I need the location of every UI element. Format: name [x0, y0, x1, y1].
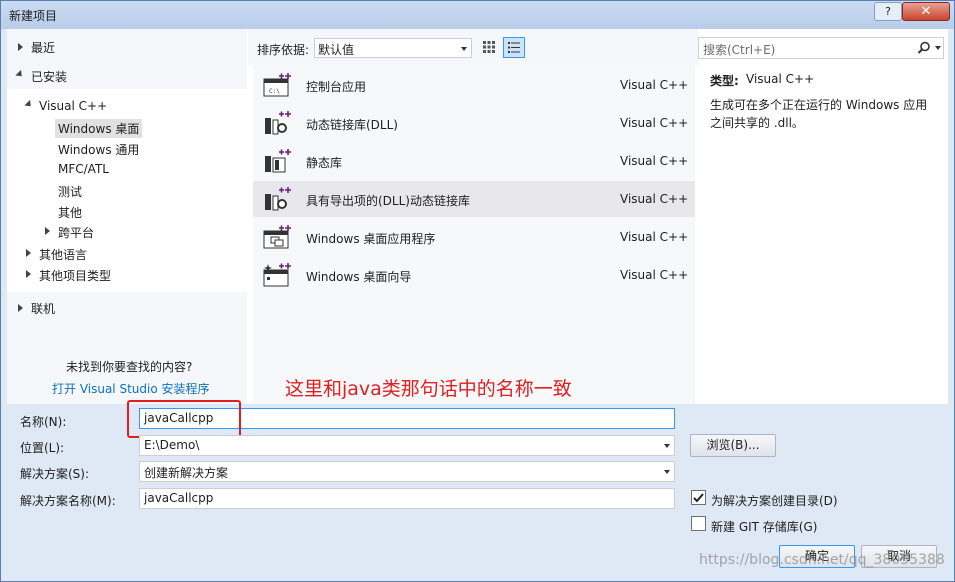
annotation-highlight-box [127, 400, 241, 438]
small-icons-view-icon[interactable] [481, 39, 497, 55]
watermark: https://blog.csdn.net/qq_38055388 [699, 552, 945, 568]
git-label: 新建 GIT 存储库(G) [711, 520, 818, 534]
browse-button[interactable]: 浏览(B)... [690, 434, 776, 457]
collapse-arrow-icon[interactable] [24, 99, 34, 110]
dll-exports-icon [265, 187, 291, 211]
search-icon [917, 41, 930, 54]
template-description: 生成可在多个正在运行的 Windows 应用之间共享的 .dll。 [710, 98, 928, 130]
sort-dropdown[interactable]: 默认值 [314, 38, 472, 58]
template-language: Visual C++ [620, 192, 689, 206]
chevron-down-icon[interactable] [935, 46, 941, 50]
template-language: Visual C++ [620, 268, 689, 282]
solution-name-value: javaCallcpp [144, 491, 214, 505]
template-name: Windows 桌面应用程序 [306, 232, 436, 246]
expand-arrow-icon[interactable] [18, 304, 23, 312]
tree-item-other-languages[interactable]: 其他语言 [39, 246, 87, 263]
type-label: 类型: [710, 74, 739, 88]
expand-arrow-icon[interactable] [18, 43, 23, 51]
tree-item-test[interactable]: 测试 [58, 183, 82, 200]
tree-item-other[interactable]: 其他 [58, 204, 82, 221]
left-pane-top: 最近 已安装 [7, 29, 247, 89]
tree-item-cross-platform[interactable]: 跨平台 [58, 224, 94, 241]
expand-arrow-icon[interactable] [26, 249, 31, 257]
template-tree: Visual C++ Windows 桌面 Windows 通用 MFC/ATL… [7, 89, 247, 292]
solution-name-label: 解决方案名称(M): [20, 494, 116, 508]
new-project-dialog: 新建项目 ? ✕ 最近 已安装 Visual C++ Windows 桌面 Wi… [0, 0, 955, 582]
svg-text:C:\: C:\ [269, 88, 280, 95]
location-value: E:\Demo\ [144, 438, 200, 452]
dll-icon [265, 111, 291, 135]
location-label: 位置(L): [20, 441, 65, 455]
sort-bar: 排序依据: 默认值 [248, 29, 698, 65]
template-language: Visual C++ [620, 230, 689, 244]
template-item-static-lib[interactable]: 静态库 Visual C++ [253, 143, 695, 179]
console-app-icon: C:\ [263, 73, 291, 97]
details-pane: 类型: Visual C++ 生成可在多个正在运行的 Windows 应用之间共… [698, 65, 948, 404]
template-language: Visual C++ [620, 154, 689, 168]
dialog-body: 最近 已安装 Visual C++ Windows 桌面 Windows 通用 … [7, 29, 948, 575]
create-dir-label: 为解决方案创建目录(D) [711, 494, 838, 508]
template-name: Windows 桌面向导 [306, 270, 412, 284]
solution-dropdown[interactable]: 创建新解决方案 [139, 461, 675, 482]
close-button[interactable]: ✕ [902, 2, 950, 21]
sort-value: 默认值 [318, 43, 355, 57]
chevron-down-icon [664, 444, 670, 448]
template-item-dll[interactable]: 动态链接库(DLL) Visual C++ [253, 105, 695, 141]
create-dir-checkbox[interactable] [691, 490, 706, 505]
tree-item-visual-cpp[interactable]: Visual C++ [39, 99, 107, 113]
tree-item-online[interactable]: 联机 [31, 300, 55, 317]
dialog-title: 新建项目 [9, 9, 58, 23]
location-dropdown[interactable]: E:\Demo\ [139, 435, 675, 456]
help-button[interactable]: ? [874, 2, 902, 21]
list-view-icon[interactable] [503, 37, 525, 58]
checkmark-icon [693, 493, 704, 503]
template-language: Visual C++ [620, 116, 689, 130]
solution-value: 创建新解决方案 [144, 466, 229, 480]
desktop-app-icon [263, 225, 291, 249]
template-item-console-app[interactable]: C:\ 控制台应用 Visual C++ [253, 67, 695, 103]
static-lib-icon [265, 149, 291, 173]
sort-label: 排序依据: [257, 43, 310, 57]
tree-item-other-project-types[interactable]: 其他项目类型 [39, 267, 111, 284]
collapse-arrow-icon[interactable] [15, 69, 25, 80]
search-input[interactable]: 搜索(Ctrl+E) [698, 37, 944, 59]
template-item-desktop-app[interactable]: Windows 桌面应用程序 Visual C++ [253, 219, 695, 255]
tree-item-windows-universal[interactable]: Windows 通用 [58, 141, 139, 158]
title-bar: 新建项目 ? ✕ [1, 1, 954, 29]
solution-name-field[interactable]: javaCallcpp [139, 488, 675, 509]
expand-arrow-icon[interactable] [26, 270, 31, 278]
desktop-wizard-icon [263, 263, 291, 287]
template-item-desktop-wizard[interactable]: Windows 桌面向导 Visual C++ [253, 257, 695, 293]
git-checkbox[interactable] [691, 516, 706, 531]
expand-arrow-icon[interactable] [45, 227, 50, 235]
solution-label: 解决方案(S): [20, 467, 90, 481]
project-form: 名称(N): javaCallcpp 位置(L): E:\Demo\ 浏览(B)… [7, 400, 948, 575]
annotation-text: 这里和java类那句话中的名称一致 [285, 378, 572, 400]
template-name: 控制台应用 [306, 80, 367, 94]
tree-item-mfc-atl[interactable]: MFC/ATL [58, 162, 109, 176]
template-name: 动态链接库(DLL) [306, 118, 398, 132]
tree-item-windows-desktop[interactable]: Windows 桌面 [55, 119, 143, 138]
template-name: 静态库 [306, 156, 343, 170]
type-value: Visual C++ [746, 72, 815, 86]
not-found-text: 未找到你要查找的内容? [66, 360, 193, 374]
template-list: C:\ 控制台应用 Visual C++ 动态链接库(DLL) Visual C… [253, 65, 695, 404]
template-language: Visual C++ [620, 78, 689, 92]
left-pane-bottom: 联机 未找到你要查找的内容? 打开 Visual Studio 安装程序 [7, 292, 247, 404]
template-name: 具有导出项的(DLL)动态链接库 [306, 194, 470, 208]
chevron-down-icon [664, 470, 670, 474]
template-item-dll-exports[interactable]: 具有导出项的(DLL)动态链接库 Visual C++ [253, 181, 695, 217]
tree-item-recent[interactable]: 最近 [31, 39, 55, 56]
chevron-down-icon [461, 47, 467, 51]
tree-item-installed[interactable]: 已安装 [31, 68, 67, 85]
name-label: 名称(N): [20, 415, 67, 429]
search-placeholder: 搜索(Ctrl+E) [703, 43, 776, 57]
open-installer-link[interactable]: 打开 Visual Studio 安装程序 [52, 380, 210, 397]
